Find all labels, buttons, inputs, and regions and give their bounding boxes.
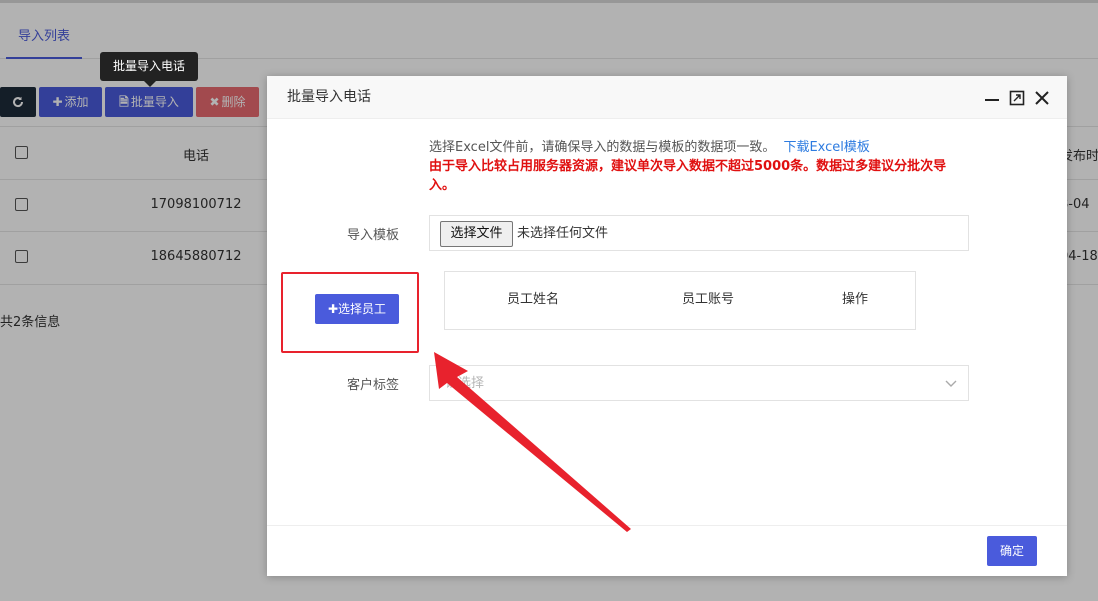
col-employee-name: 员工姓名 xyxy=(506,292,559,307)
maximize-icon[interactable] xyxy=(1008,89,1026,107)
file-status: 未选择任何文件 xyxy=(517,226,609,241)
dialog-footer-divider xyxy=(267,525,1067,526)
batch-import-dialog: 批量导入电话 选择Excel文件前，请确保导入的数据与模板的数据项一致。 下载Ex… xyxy=(267,76,1067,576)
download-template-link[interactable]: 下载Excel模板 xyxy=(783,140,869,155)
file-input[interactable]: 选择文件 未选择任何文件 xyxy=(429,215,969,251)
minimize-icon[interactable] xyxy=(983,89,1001,107)
dialog-title: 批量导入电话 xyxy=(287,89,371,105)
col-employee-account: 员工账号 xyxy=(681,292,734,307)
import-warning: 由于导入比较占用服务器资源，建议单次导入数据不超过5000条。数据过多建议分批次… xyxy=(429,159,947,193)
import-notice: 选择Excel文件前，请确保导入的数据与模板的数据项一致。 下载Excel模板 由… xyxy=(429,138,959,195)
customer-tag-select[interactable]: 请选择 xyxy=(429,365,969,401)
close-icon[interactable] xyxy=(1033,89,1051,107)
confirm-button[interactable]: 确定 xyxy=(987,536,1037,566)
tag-label: 客户标签 xyxy=(346,378,399,393)
template-label: 导入模板 xyxy=(346,228,399,243)
col-actions: 操作 xyxy=(841,292,868,307)
select-employee-button[interactable]: ✚选择员工 xyxy=(315,294,399,324)
chevron-down-icon xyxy=(945,380,957,387)
notice-line: 选择Excel文件前，请确保导入的数据与模板的数据项一致。 下载Excel模板 xyxy=(429,138,959,157)
employee-table: 员工姓名 员工账号 操作 xyxy=(444,271,916,330)
batch-import-tooltip: 批量导入电话 xyxy=(100,52,198,87)
choose-file-button[interactable]: 选择文件 xyxy=(440,221,513,247)
tag-placeholder: 请选择 xyxy=(445,376,485,391)
notice-text: 选择Excel文件前，请确保导入的数据与模板的数据项一致。 xyxy=(429,140,776,155)
dialog-header: 批量导入电话 xyxy=(267,76,1067,119)
